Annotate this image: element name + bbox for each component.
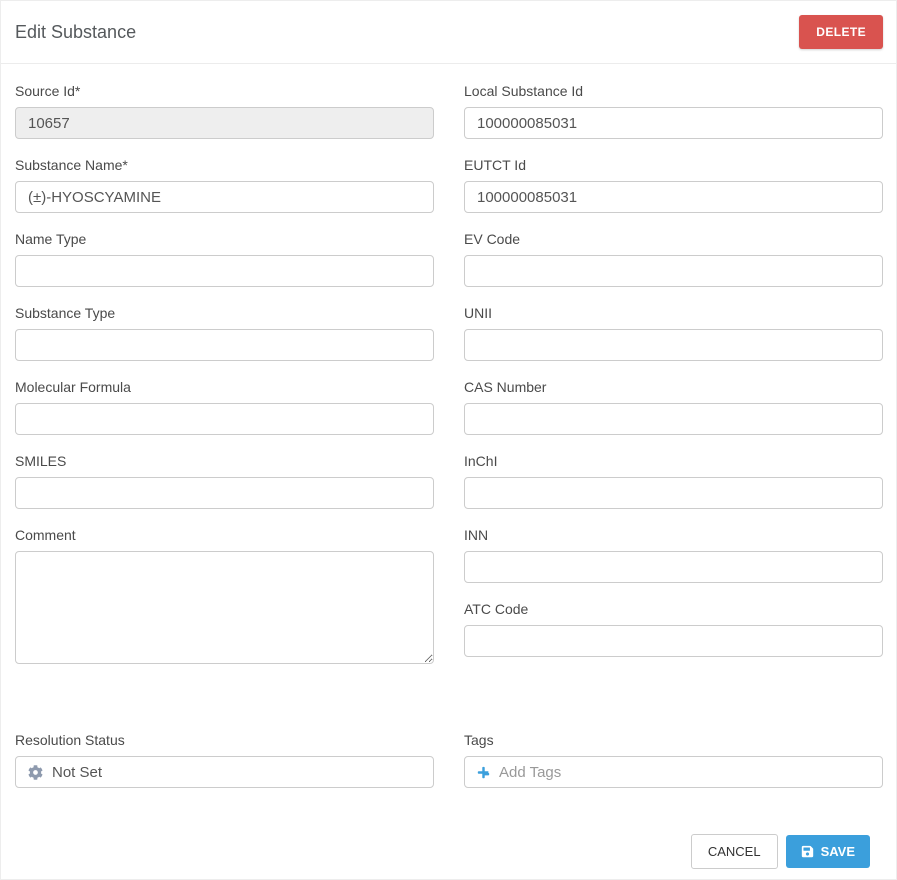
source-id-input: [15, 107, 434, 139]
eutct-id-input[interactable]: [464, 181, 883, 213]
form-right-column: Local Substance Id EUTCT Id EV Code UNII…: [464, 83, 883, 682]
field-tags: Tags Add Tags: [464, 732, 883, 788]
inchi-input[interactable]: [464, 477, 883, 509]
local-substance-id-label: Local Substance Id: [464, 83, 883, 99]
field-name-type: Name Type: [15, 231, 434, 287]
edit-substance-panel: Edit Substance DELETE Source Id* Substan…: [0, 0, 897, 880]
eutct-id-label: EUTCT Id: [464, 157, 883, 173]
field-atc-code: ATC Code: [464, 601, 883, 657]
save-button-label: SAVE: [821, 844, 855, 859]
ev-code-input[interactable]: [464, 255, 883, 287]
gear-icon: [28, 765, 43, 780]
field-local-substance-id: Local Substance Id: [464, 83, 883, 139]
substance-type-input[interactable]: [15, 329, 434, 361]
form-grid: Source Id* Substance Name* Name Type Sub…: [15, 83, 883, 682]
field-inchi: InChI: [464, 453, 883, 509]
tags-input[interactable]: Add Tags: [464, 756, 883, 788]
page-title: Edit Substance: [15, 22, 136, 43]
field-eutct-id: EUTCT Id: [464, 157, 883, 213]
field-cas-number: CAS Number: [464, 379, 883, 435]
molecular-formula-label: Molecular Formula: [15, 379, 434, 395]
form-bottom-grid: Resolution Status Not Set Tags: [15, 732, 883, 806]
comment-textarea[interactable]: [15, 551, 434, 664]
name-type-label: Name Type: [15, 231, 434, 247]
field-resolution-status: Resolution Status Not Set: [15, 732, 434, 788]
tags-label: Tags: [464, 732, 883, 748]
form-left-column: Source Id* Substance Name* Name Type Sub…: [15, 83, 434, 682]
local-substance-id-input[interactable]: [464, 107, 883, 139]
smiles-input[interactable]: [15, 477, 434, 509]
field-substance-name: Substance Name*: [15, 157, 434, 213]
inchi-label: InChI: [464, 453, 883, 469]
inn-input[interactable]: [464, 551, 883, 583]
molecular-formula-input[interactable]: [15, 403, 434, 435]
field-molecular-formula: Molecular Formula: [15, 379, 434, 435]
field-smiles: SMILES: [15, 453, 434, 509]
form-footer: CANCEL SAVE: [15, 834, 883, 869]
inn-label: INN: [464, 527, 883, 543]
atc-code-input[interactable]: [464, 625, 883, 657]
resolution-status-selector[interactable]: Not Set: [15, 756, 434, 788]
comment-label: Comment: [15, 527, 434, 543]
ev-code-label: EV Code: [464, 231, 883, 247]
field-ev-code: EV Code: [464, 231, 883, 287]
substance-name-label: Substance Name*: [15, 157, 434, 173]
plus-icon: [477, 766, 490, 779]
substance-form: Source Id* Substance Name* Name Type Sub…: [1, 64, 896, 869]
resolution-status-label: Resolution Status: [15, 732, 434, 748]
field-unii: UNII: [464, 305, 883, 361]
tags-placeholder: Add Tags: [499, 764, 561, 781]
bottom-left-column: Resolution Status Not Set: [15, 732, 434, 806]
field-comment: Comment: [15, 527, 434, 664]
save-icon: [801, 845, 814, 858]
delete-button[interactable]: DELETE: [799, 15, 883, 49]
unii-label: UNII: [464, 305, 883, 321]
save-button[interactable]: SAVE: [786, 835, 870, 868]
unii-input[interactable]: [464, 329, 883, 361]
cas-number-label: CAS Number: [464, 379, 883, 395]
name-type-input[interactable]: [15, 255, 434, 287]
source-id-label: Source Id*: [15, 83, 434, 99]
field-substance-type: Substance Type: [15, 305, 434, 361]
field-source-id: Source Id*: [15, 83, 434, 139]
substance-type-label: Substance Type: [15, 305, 434, 321]
smiles-label: SMILES: [15, 453, 434, 469]
resolution-status-value: Not Set: [52, 764, 102, 781]
field-inn: INN: [464, 527, 883, 583]
atc-code-label: ATC Code: [464, 601, 883, 617]
cas-number-input[interactable]: [464, 403, 883, 435]
substance-name-input[interactable]: [15, 181, 434, 213]
cancel-button[interactable]: CANCEL: [691, 834, 778, 869]
panel-header: Edit Substance DELETE: [1, 1, 896, 64]
bottom-right-column: Tags Add Tags: [464, 732, 883, 806]
